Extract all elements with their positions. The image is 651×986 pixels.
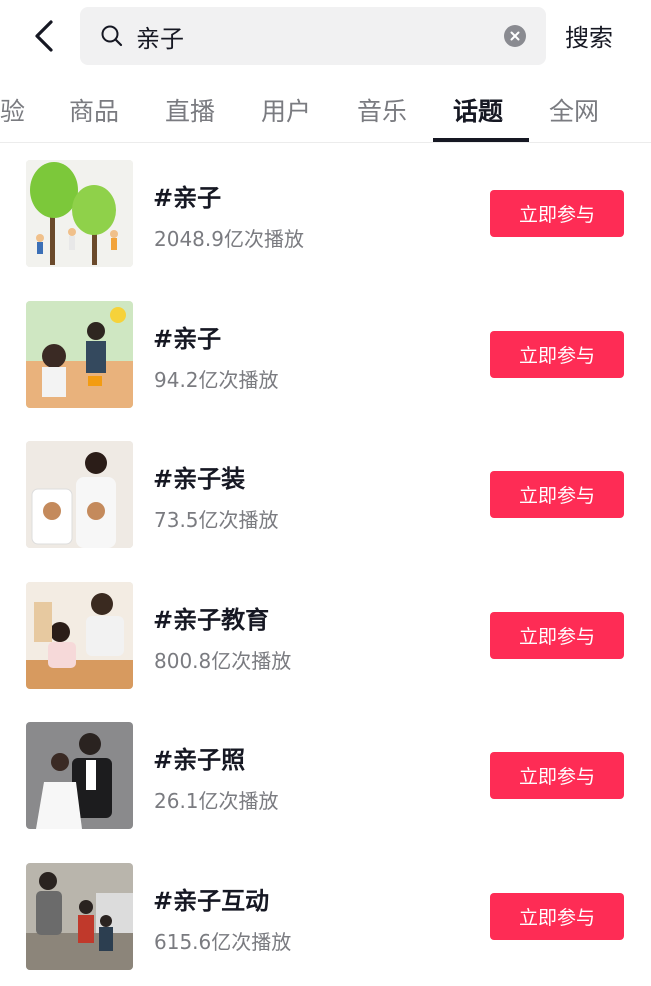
tab-users[interactable]: 用户 xyxy=(261,92,311,128)
join-button[interactable]: 立即参与 xyxy=(490,331,624,378)
active-tab-indicator xyxy=(433,138,529,142)
topic-title: #亲子 xyxy=(153,178,221,213)
topic-plays: 800.8亿次播放 xyxy=(154,645,291,674)
topic-title: #亲子教育 xyxy=(153,600,269,635)
tab-experience[interactable]: 验 xyxy=(0,92,25,128)
tab-live[interactable]: 直播 xyxy=(165,92,215,128)
search-icon xyxy=(100,24,124,48)
chevron-left-icon xyxy=(31,19,57,53)
topic-title: #亲子 xyxy=(153,319,221,354)
topic-row[interactable]: #亲子互动 615.6亿次播放 立即参与 xyxy=(0,846,651,986)
topic-row[interactable]: #亲子 2048.9亿次播放 立即参与 xyxy=(0,143,651,284)
topic-row[interactable]: #亲子装 73.5亿次播放 立即参与 xyxy=(0,424,651,565)
join-button[interactable]: 立即参与 xyxy=(490,752,624,799)
topic-thumbnail xyxy=(26,582,133,689)
topic-thumbnail xyxy=(26,160,133,267)
topic-thumbnail xyxy=(26,301,133,408)
topic-plays: 615.6亿次播放 xyxy=(154,926,291,955)
search-box[interactable] xyxy=(80,7,546,65)
join-button[interactable]: 立即参与 xyxy=(490,190,624,237)
topic-plays: 94.2亿次播放 xyxy=(154,364,279,393)
search-button[interactable]: 搜索 xyxy=(565,18,613,53)
top-bar: 搜索 xyxy=(0,0,651,72)
topic-title: #亲子照 xyxy=(153,740,245,775)
search-input[interactable] xyxy=(136,7,516,65)
topic-plays: 26.1亿次播放 xyxy=(154,785,279,814)
join-button[interactable]: 立即参与 xyxy=(490,893,624,940)
topic-thumbnail xyxy=(26,441,133,548)
back-button[interactable] xyxy=(20,12,68,60)
topic-row[interactable]: #亲子 94.2亿次播放 立即参与 xyxy=(0,284,651,425)
topic-row[interactable]: #亲子照 26.1亿次播放 立即参与 xyxy=(0,705,651,846)
tab-topics[interactable]: 话题 xyxy=(453,92,503,128)
topic-plays: 73.5亿次播放 xyxy=(154,504,279,533)
join-button[interactable]: 立即参与 xyxy=(490,471,624,518)
topic-list: #亲子 2048.9亿次播放 立即参与 #亲子 94.2亿次播放 立即参与 xyxy=(0,143,651,986)
topic-row[interactable]: #亲子教育 800.8亿次播放 立即参与 xyxy=(0,565,651,706)
join-button[interactable]: 立即参与 xyxy=(490,612,624,659)
category-tabs: 验 商品 直播 用户 音乐 话题 全网 xyxy=(0,80,651,143)
topic-thumbnail xyxy=(26,863,133,970)
topic-plays: 2048.9亿次播放 xyxy=(154,223,304,252)
topic-title: #亲子装 xyxy=(153,459,245,494)
clear-icon[interactable] xyxy=(504,25,526,47)
topic-title: #亲子互动 xyxy=(153,881,269,916)
tab-music[interactable]: 音乐 xyxy=(357,92,407,128)
tab-web[interactable]: 全网 xyxy=(549,92,599,128)
tab-products[interactable]: 商品 xyxy=(69,92,119,128)
topic-thumbnail xyxy=(26,722,133,829)
